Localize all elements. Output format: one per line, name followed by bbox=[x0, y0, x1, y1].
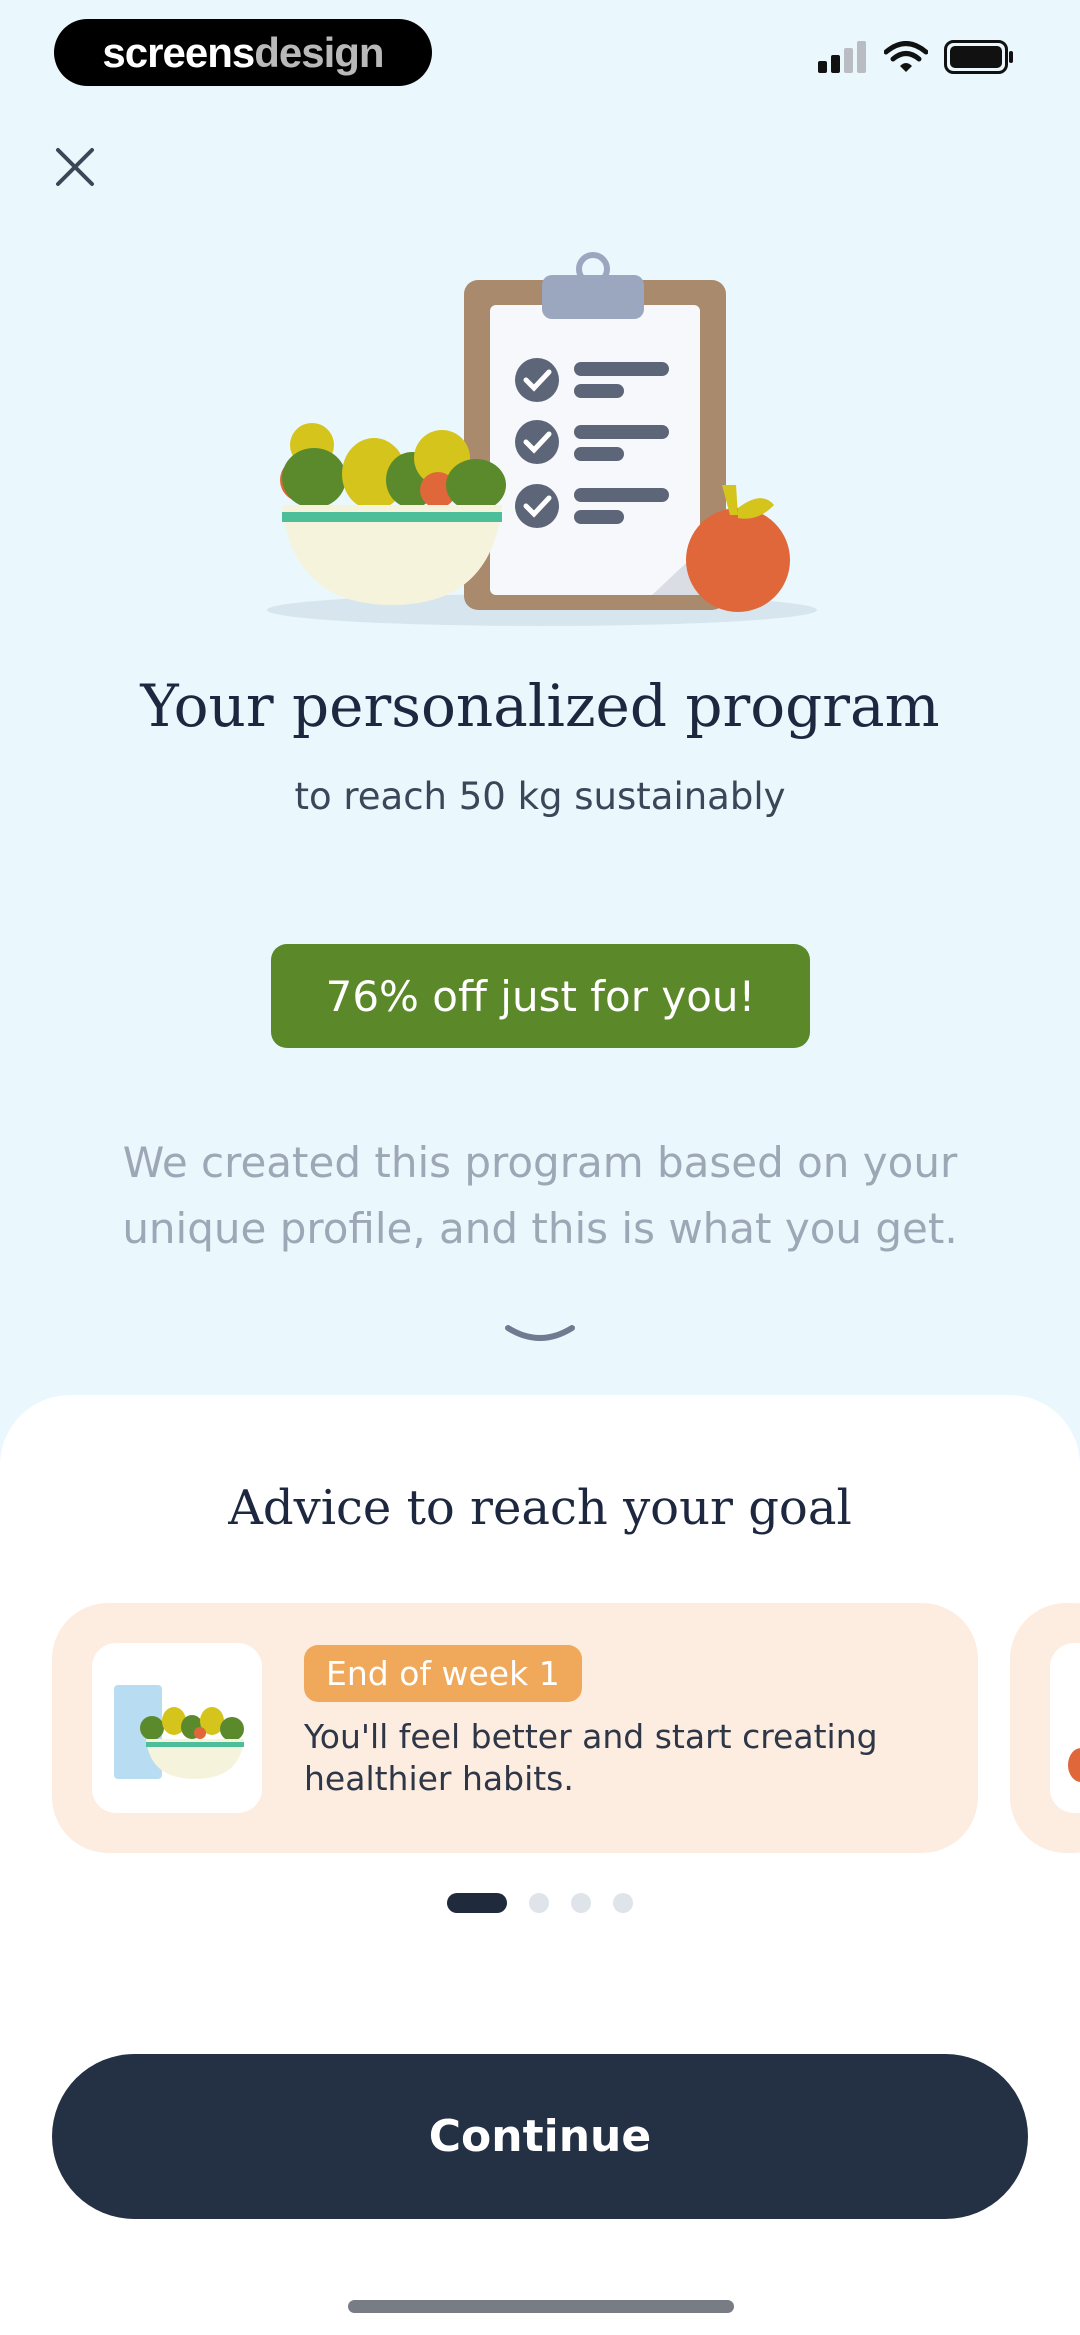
salad-water-illustration bbox=[114, 1685, 244, 1779]
advice-card-text: You'll feel better and start creating he… bbox=[304, 1717, 878, 1798]
signal-icon bbox=[818, 41, 866, 73]
logo-text-part1: screens bbox=[102, 28, 255, 76]
page-title: Your personalized program bbox=[140, 672, 940, 740]
advice-card-image bbox=[92, 1643, 262, 1813]
discount-badge: 76% off just for you! bbox=[271, 944, 810, 1048]
clipboard-salad-apple-illustration bbox=[267, 252, 817, 626]
logo-text-part2: design bbox=[254, 28, 384, 76]
page-subtitle: to reach 50 kg sustainably bbox=[294, 775, 786, 818]
battery-icon bbox=[944, 40, 1013, 74]
continue-button[interactable]: Continue bbox=[52, 2054, 1028, 2219]
screensdesign-logo: screens design bbox=[54, 19, 432, 86]
chevron-down-icon[interactable] bbox=[504, 1322, 576, 1352]
close-icon[interactable] bbox=[50, 142, 100, 192]
pagination-dot-1[interactable] bbox=[447, 1893, 507, 1913]
week-badge: End of week 1 bbox=[304, 1645, 582, 1702]
wifi-icon bbox=[884, 41, 928, 72]
advice-card-next-image bbox=[1050, 1643, 1080, 1813]
pagination-dot-4[interactable] bbox=[613, 1893, 633, 1913]
pagination-dot-3[interactable] bbox=[571, 1893, 591, 1913]
program-description: We created this program based on your un… bbox=[122, 1138, 958, 1253]
home-indicator bbox=[348, 2300, 734, 2313]
pagination-dot-2[interactable] bbox=[529, 1893, 549, 1913]
advice-title: Advice to reach your goal bbox=[228, 1480, 852, 1536]
status-icons bbox=[818, 40, 1014, 74]
carousel-pagination bbox=[0, 1893, 1080, 1913]
